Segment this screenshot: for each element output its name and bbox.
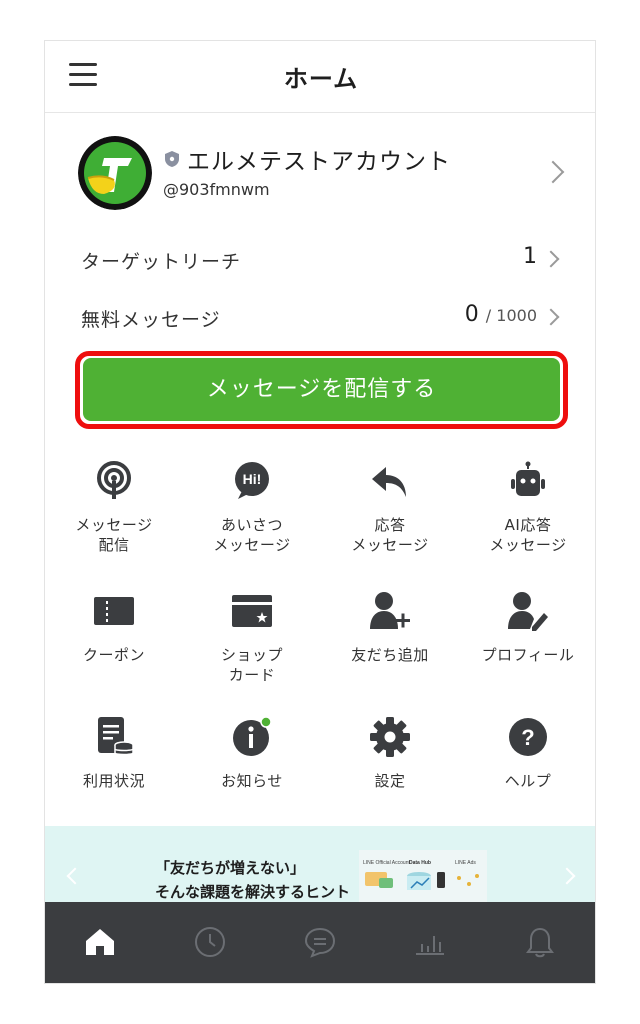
tile-label: プロフィール (481, 646, 575, 664)
tile-ai-reply[interactable]: AI応答 メッセージ (459, 461, 595, 571)
tile-add-friend[interactable]: 友だち追加 (321, 591, 459, 701)
tile-profile[interactable]: プロフィール (459, 591, 595, 701)
nav-notifications[interactable] (485, 902, 595, 983)
tile-coupon[interactable]: クーポン (45, 591, 183, 701)
account-name-row: エルメテストアカウント (163, 142, 451, 176)
robot-icon (511, 461, 545, 496)
tile-label: クーポン (82, 646, 145, 664)
tile-label: メッセージ 配信 (75, 516, 153, 554)
banner-text: 「友だちが増えない」 そんな課題を解決するヒント (155, 859, 351, 901)
coupon-icon (94, 597, 134, 625)
app-frame: ホーム エルメテストアカウント @903fmnwm ターゲットリーチ 1 無料メ… (44, 40, 596, 984)
chevron-right-icon (542, 308, 560, 326)
banner-illustration: LINE Official Account Data Hub LINE Ads (359, 850, 487, 902)
broadcast-icon (97, 461, 131, 499)
nav-analytics[interactable] (375, 902, 485, 983)
banner-caption-ads: LINE Ads (455, 860, 476, 866)
tile-label: 利用状況 (82, 772, 145, 790)
svg-text:Hi!: Hi! (243, 471, 262, 487)
shop-card-icon (232, 595, 272, 627)
banner-prev-icon[interactable] (66, 867, 84, 885)
bottom-nav (45, 902, 595, 983)
banner-caption-datahub: Data Hub (409, 860, 431, 866)
page-title: ホーム (283, 65, 359, 93)
header-bar: ホーム (45, 41, 595, 113)
info-notice-icon (233, 717, 272, 756)
promo-banner[interactable]: 「友だちが増えない」 そんな課題を解決するヒント LINE Official A… (45, 826, 595, 902)
gear-icon (370, 717, 410, 757)
bell-icon (526, 927, 554, 958)
free-messages-row[interactable]: 無料メッセージ 0 / 1000 (45, 291, 595, 345)
account-id: @903fmnwm (163, 180, 270, 199)
free-messages-limit: / 1000 (485, 306, 537, 325)
banner-caption-official: LINE Official Account (363, 860, 410, 866)
account-avatar (78, 136, 152, 210)
nav-home[interactable] (45, 902, 155, 983)
tile-label: 設定 (374, 772, 406, 790)
tile-greeting[interactable]: Hi! あいさつ メッセージ (183, 461, 321, 571)
tile-shop-card[interactable]: ショップ カード (183, 591, 321, 701)
tile-reply[interactable]: 応答 メッセージ (321, 461, 459, 571)
send-message-button[interactable]: メッセージを配信する (83, 358, 560, 421)
usage-report-icon (98, 717, 134, 756)
tile-help[interactable]: ? ヘルプ (459, 717, 595, 827)
nav-chat[interactable] (265, 902, 375, 983)
help-question-icon: ? (509, 718, 547, 756)
account-name: エルメテストアカウント (187, 149, 451, 175)
home-icon (86, 929, 114, 955)
chevron-right-icon (542, 250, 560, 268)
tile-label: ヘルプ (504, 772, 552, 790)
tile-notice[interactable]: お知らせ (183, 717, 321, 827)
free-messages-count: 0 (464, 302, 479, 327)
add-friend-icon (370, 592, 410, 629)
target-reach-label: ターゲットリーチ (81, 251, 242, 273)
profile-edit-icon (508, 592, 548, 631)
greeting-hi-icon: Hi! (235, 462, 269, 499)
svg-text:?: ? (521, 725, 534, 750)
tile-settings[interactable]: 設定 (321, 717, 459, 827)
tile-usage[interactable]: 利用状況 (45, 717, 183, 827)
tile-label: 友だち追加 (351, 646, 429, 664)
shield-icon (165, 151, 179, 167)
free-messages-value: 0 / 1000 (465, 302, 537, 327)
chat-bubble-icon (304, 927, 336, 958)
target-reach-value: 1 (523, 244, 537, 269)
chevron-right-icon (541, 160, 565, 184)
banner-next-icon[interactable] (558, 867, 576, 885)
tile-label: ショップ カード (220, 646, 283, 684)
clock-icon (195, 927, 225, 957)
account-card[interactable]: エルメテストアカウント @903fmnwm (45, 114, 595, 226)
tile-broadcast[interactable]: メッセージ 配信 (45, 461, 183, 571)
nav-history[interactable] (155, 902, 265, 983)
tile-label: 応答 メッセージ (351, 516, 429, 554)
tile-label: AI応答 メッセージ (489, 516, 567, 554)
tile-label: あいさつ メッセージ (213, 516, 291, 554)
reply-arrow-icon (372, 467, 406, 497)
target-reach-row[interactable]: ターゲットリーチ 1 (45, 233, 595, 287)
free-messages-label: 無料メッセージ (81, 309, 221, 331)
tile-label: お知らせ (221, 772, 283, 790)
bar-chart-icon (416, 936, 444, 955)
